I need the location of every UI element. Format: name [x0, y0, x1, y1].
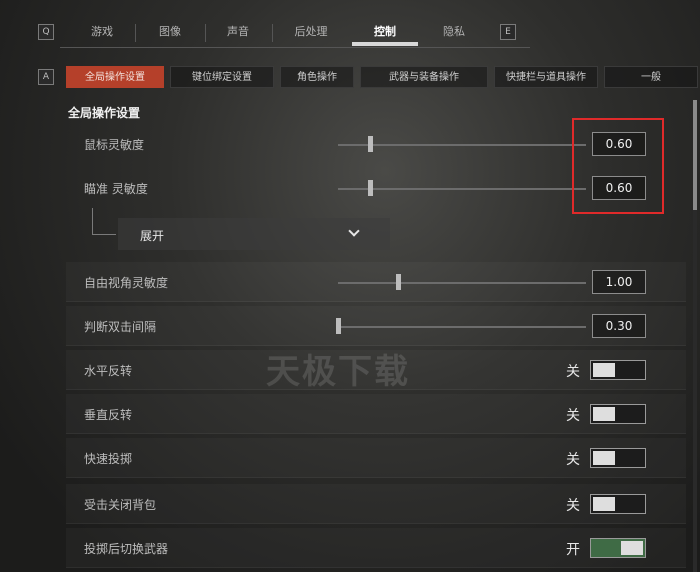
setting-row-quick-throw: 快速投掷 关 [66, 438, 686, 478]
highlight-annotation [572, 118, 664, 214]
q-key-hint[interactable]: Q [38, 24, 54, 40]
slider-thumb[interactable] [368, 136, 374, 152]
toggle-state-text: 关 [566, 452, 580, 468]
setting-row-close-backpack-on-hit: 受击关闭背包 关 [66, 484, 686, 524]
chevron-down-icon [348, 225, 360, 237]
setting-label: 受击关闭背包 [84, 498, 157, 512]
toggle-state-text: 关 [566, 408, 580, 424]
tab-graphics[interactable]: 图像 [140, 20, 200, 44]
sub-nav: A 全局操作设置 键位绑定设置 角色操作 武器与装备操作 快捷栏与道具操作 一般 [0, 66, 700, 90]
subtab-weapons-equipment[interactable]: 武器与装备操作 [360, 66, 488, 88]
top-nav-divider [60, 47, 530, 48]
subtab-keybinding[interactable]: 键位绑定设置 [170, 66, 274, 88]
toggle-switch[interactable] [590, 538, 646, 558]
setting-label: 自由视角灵敏度 [84, 276, 169, 290]
slider-track[interactable] [338, 144, 586, 146]
toggle-switch[interactable] [590, 448, 646, 468]
subtab-character[interactable]: 角色操作 [280, 66, 354, 88]
setting-row-vertical-invert: 垂直反转 关 [66, 394, 686, 434]
expand-label: 展开 [140, 229, 165, 243]
subtab-quickbar-items[interactable]: 快捷栏与道具操作 [494, 66, 598, 88]
tab-controls[interactable]: 控制 [352, 20, 418, 46]
value-input[interactable]: 0.30 [592, 314, 646, 338]
slider-thumb[interactable] [368, 180, 374, 196]
tab-separator [272, 24, 273, 42]
e-key-hint[interactable]: E [500, 24, 516, 40]
toggle-switch[interactable] [590, 404, 646, 424]
section-title: 全局操作设置 [68, 106, 141, 120]
subtab-global-settings[interactable]: 全局操作设置 [66, 66, 164, 88]
slider-track[interactable] [338, 188, 586, 190]
tab-privacy[interactable]: 隐私 [424, 20, 484, 44]
toggle-state-text: 开 [566, 542, 580, 558]
setting-label: 投掷后切换武器 [84, 542, 169, 556]
subtab-general[interactable]: 一般 [604, 66, 698, 88]
setting-label: 水平反转 [84, 364, 133, 378]
toggle-knob [593, 363, 615, 377]
toggle-knob [593, 497, 615, 511]
a-key-hint[interactable]: A [38, 69, 54, 85]
setting-row-switch-weapon-after-throw: 投掷后切换武器 开 [66, 528, 686, 568]
scrollbar-thumb[interactable] [693, 100, 697, 210]
toggle-switch[interactable] [590, 494, 646, 514]
setting-label: 鼠标灵敏度 [84, 138, 145, 152]
setting-row-freelook-sensitivity: 自由视角灵敏度 1.00 [66, 262, 686, 302]
toggle-state-text: 关 [566, 364, 580, 380]
tree-connector [92, 208, 93, 234]
tab-game[interactable]: 游戏 [72, 20, 132, 44]
top-nav: Q 游戏 图像 声音 后处理 控制 隐私 E [0, 0, 700, 48]
toggle-knob [593, 451, 615, 465]
expand-button[interactable]: 展开 [118, 218, 390, 250]
setting-label: 判断双击间隔 [84, 320, 157, 334]
toggle-state-text: 关 [566, 498, 580, 514]
tab-separator [135, 24, 136, 42]
setting-label: 瞄准 灵敏度 [84, 182, 148, 196]
tab-sound[interactable]: 声音 [208, 20, 268, 44]
toggle-knob [621, 541, 643, 555]
toggle-switch[interactable] [590, 360, 646, 380]
slider-track[interactable] [338, 326, 586, 328]
watermark: 天极下载 [266, 352, 410, 392]
setting-label: 垂直反转 [84, 408, 133, 422]
setting-label: 快速投掷 [84, 452, 133, 466]
slider-thumb[interactable] [336, 318, 341, 334]
slider-thumb[interactable] [395, 274, 401, 290]
setting-row-double-click-interval: 判断双击间隔 0.30 [66, 306, 686, 346]
slider-track[interactable] [338, 282, 586, 284]
tab-post-processing[interactable]: 后处理 [278, 20, 344, 44]
tab-separator [205, 24, 206, 42]
value-input[interactable]: 1.00 [592, 270, 646, 294]
tree-connector [92, 234, 116, 235]
toggle-knob [593, 407, 615, 421]
